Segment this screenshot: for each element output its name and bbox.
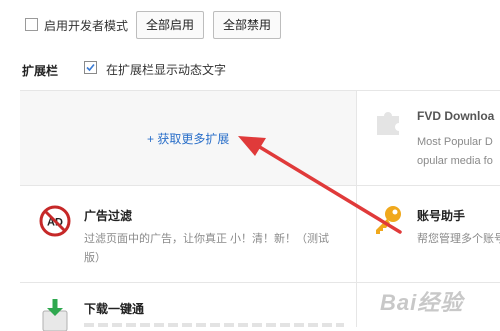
extension-title: FVD Downloa [417, 109, 495, 123]
puzzle-icon [377, 112, 399, 135]
extension-desc-line: 过滤页面中的广告，让你真正 小！清！新！（测试 [84, 233, 330, 245]
disable-all-button[interactable]: 全部禁用 [213, 11, 281, 39]
extension-title: 广告过滤 [84, 209, 133, 223]
extension-bar-heading: 扩展栏 [22, 64, 59, 78]
extension-card-fvd[interactable]: FVD Downloa Most Popular D opular media … [357, 91, 500, 185]
extension-desc-line: Most Popular D [417, 136, 493, 148]
extension-desc-line: opular media fo [417, 155, 493, 167]
extension-desc-faded [84, 323, 344, 327]
download-icon [42, 299, 68, 331]
enable-all-button[interactable]: 全部启用 [136, 11, 204, 39]
extension-card-adblock[interactable]: AD 广告过滤 过滤页面中的广告，让你真正 小！清！新！（测试 版） [20, 186, 356, 282]
developer-mode-label: 启用开发者模式 [44, 19, 129, 33]
extension-card-account-helper[interactable]: 账号助手 帮您管理多个账号 [357, 186, 500, 282]
extension-title: 账号助手 [417, 209, 466, 223]
extension-card-download[interactable]: 下载一键通 [20, 283, 356, 331]
checkmark-icon [86, 63, 95, 72]
extension-desc-line: 版） [84, 252, 106, 264]
adblock-icon: AD [39, 205, 71, 237]
watermark-logo: Bai经验 [380, 290, 464, 315]
extension-desc-line: 帮您管理多个账号 [417, 233, 500, 245]
get-more-extensions-link[interactable]: + 获取更多扩展 [147, 130, 229, 147]
show-dynamic-text-label: 在扩展栏显示动态文字 [106, 63, 227, 77]
show-dynamic-text-checkbox[interactable] [84, 61, 97, 74]
key-icon [376, 206, 401, 234]
extension-title: 下载一键通 [84, 302, 145, 316]
developer-mode-checkbox[interactable] [25, 18, 38, 31]
